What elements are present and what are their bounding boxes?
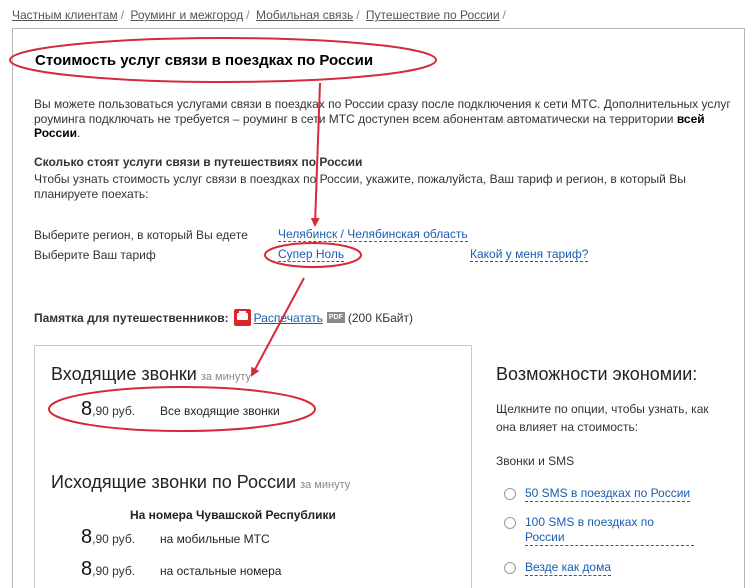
region-label: Выберите регион, в который Вы едете [34, 228, 248, 242]
breadcrumb-item-mobile[interactable]: Мобильная связь [256, 8, 353, 22]
intro-text: Вы можете пользоваться услугами связи в … [34, 97, 734, 141]
per-minute-label: за минуту [300, 479, 351, 491]
incoming-price-frac: ,90 руб. [92, 404, 136, 418]
breadcrumb: Частным клиентам / Роуминг и межгород / Мо… [12, 8, 509, 22]
incoming-calls-title: Входящие звонки за минуту [51, 364, 251, 385]
tariff-selector-link[interactable]: Супер Ноль [278, 248, 345, 262]
memo-label: Памятка для путешественников: [34, 310, 229, 325]
question-title: Сколько стоят услуги связи в путешествия… [34, 155, 363, 169]
incoming-desc: Все входящие звонки [160, 404, 280, 418]
outgoing-desc-other: на остальные номера [160, 564, 282, 578]
outgoing-price-mts: 8,90 руб. [81, 526, 135, 549]
economy-option-label[interactable]: 50 SMS в поездках по России [525, 486, 691, 502]
incoming-price: 8,90 руб. [81, 398, 135, 421]
region-selector-link[interactable]: Челябинск / Челябинская область [278, 228, 468, 242]
economy-option-label[interactable]: 100 SMS в поездках по России [525, 515, 694, 546]
per-minute-label: за минуту [200, 371, 252, 383]
printer-icon[interactable] [233, 309, 251, 326]
breadcrumb-separator: / [246, 8, 250, 22]
breadcrumb-item-roaming[interactable]: Роуминг и межгород [130, 8, 243, 22]
economy-option[interactable]: 100 SMS в поездках по России [504, 515, 694, 546]
economy-option[interactable]: 50 SMS в поездках по России [504, 486, 691, 502]
outgoing-price-mts-int: 8 [81, 526, 93, 548]
question-text: Чтобы узнать стоимость услуг связи в пое… [34, 172, 686, 201]
outgoing-calls-title-text: Исходящие звонки по России [51, 472, 297, 492]
outgoing-price-other: 8,90 руб. [81, 558, 135, 581]
outgoing-price-other-frac: ,90 руб. [92, 564, 136, 578]
file-size: (200 КБайт) [347, 310, 413, 325]
breadcrumb-item-travel[interactable]: Путешествие по России [366, 8, 500, 22]
radio-button[interactable] [504, 517, 516, 529]
radio-button[interactable] [504, 562, 516, 574]
outgoing-desc-mts: на мобильные МТС [160, 532, 270, 546]
incoming-price-int: 8 [81, 398, 93, 420]
breadcrumb-separator: / [120, 8, 125, 22]
economy-option-label[interactable]: Везде как дома [525, 560, 612, 576]
pdf-icon: PDF [326, 312, 345, 323]
outgoing-price-other-int: 8 [81, 558, 93, 580]
outgoing-calls-title: Исходящие звонки по России за минуту [51, 472, 350, 493]
economy-title: Возможности экономии: [496, 364, 698, 384]
page-title: Стоимость услуг связи в поездках по Росс… [35, 52, 374, 69]
print-link[interactable]: Распечатать [254, 311, 323, 325]
breadcrumb-separator: / [356, 8, 360, 22]
outgoing-subtitle: На номера Чувашской Республики [130, 508, 336, 522]
which-tariff-link[interactable]: Какой у меня тариф? [470, 248, 589, 262]
outgoing-price-mts-frac: ,90 руб. [92, 532, 136, 546]
breadcrumb-separator: / [502, 8, 506, 22]
tariff-label: Выберите Ваш тариф [34, 248, 156, 262]
intro-text-end: . [76, 126, 81, 140]
memo-row: Памятка для путешественников: Распечатат… [34, 309, 413, 326]
breadcrumb-item-private[interactable]: Частным клиентам [12, 8, 118, 22]
intro-text-main: Вы можете пользоваться услугами связи в … [34, 97, 731, 126]
economy-option[interactable]: Везде как дома [504, 560, 612, 576]
economy-subtitle: Звонки и SMS [496, 454, 575, 468]
economy-text: Щелкните по опции, чтобы узнать, как она… [496, 402, 709, 434]
radio-button[interactable] [504, 488, 516, 500]
incoming-calls-title-text: Входящие звонки [51, 364, 197, 384]
